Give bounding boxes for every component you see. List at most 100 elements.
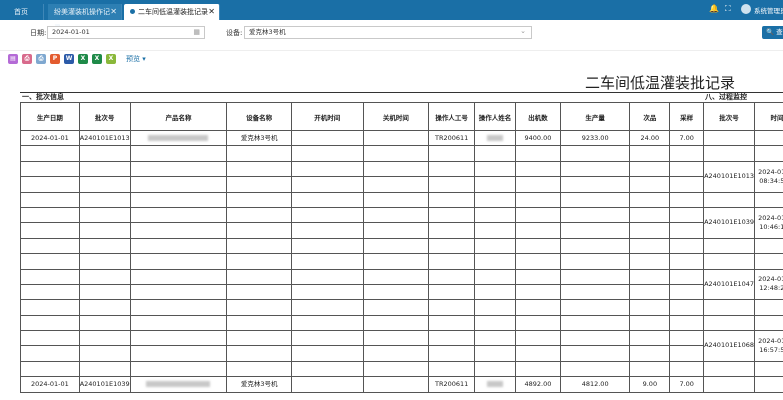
tab-label: 二车间低温灌装批记录: [138, 8, 208, 16]
excel-icon[interactable]: X: [78, 54, 88, 64]
cell-stop-time: [362, 376, 430, 393]
cell-device: 爱克林3号机: [226, 129, 292, 147]
table-row: A240101E1039 2024-01-01 10:46:16.0: [20, 206, 783, 239]
word-icon[interactable]: W: [64, 54, 74, 64]
device-select[interactable]: 爱克林3号机 ⌄: [244, 26, 532, 39]
tab-filling-machine-log[interactable]: 纷美灌装机操作记录 ✕: [48, 4, 122, 32]
preview-menu[interactable]: 预览 ▾: [126, 54, 146, 64]
cell-device: 爱克林3号机: [226, 376, 292, 393]
print-preview-icon[interactable]: ▤: [8, 54, 18, 64]
cell-batch: A240101E1039: [78, 376, 131, 393]
cell-monitor-batch: [703, 129, 756, 147]
cell-production: 9233.00: [559, 129, 631, 147]
cell-start-time: [290, 376, 364, 393]
cell-operator-name-redacted: [474, 376, 516, 393]
fullscreen-icon[interactable]: ⛶: [725, 4, 731, 14]
cell-output: 9400.00: [515, 129, 561, 147]
device-value: 爱克林3号机: [249, 28, 286, 36]
excel-icon[interactable]: X: [92, 54, 102, 64]
table-header-row: 生产日期 批次号 产品名称 设备名称 开机时间 关机时间 操作人工号 操作人姓名…: [20, 102, 783, 131]
tab-batch-record[interactable]: 二车间低温灌装批记录 ✕: [124, 4, 220, 20]
side-col-header: 时间: [754, 102, 783, 131]
table-row: [20, 176, 783, 193]
col-header: 产品名称: [129, 102, 228, 131]
calendar-icon[interactable]: ▦: [193, 27, 200, 38]
cell-monitor-batch: A240101E1039: [703, 206, 756, 239]
cell-product-redacted: [129, 129, 228, 147]
printer-icon[interactable]: ⎙: [36, 54, 46, 64]
batch-table: 生产日期 批次号 产品名称 设备名称 开机时间 关机时间 操作人工号 操作人姓名…: [20, 102, 783, 393]
tab-home[interactable]: 首页: [8, 4, 44, 20]
cell-monitor-time: 2024-01-01 08:34:55.0: [754, 160, 783, 193]
avatar[interactable]: [741, 4, 751, 14]
cell-monitor-time: 2024-01-01 12:48:22.0: [754, 268, 783, 301]
table-row: A240101E1068 2024-01-01 16:57:58.0: [20, 330, 783, 362]
header-tools: 🔔 ⛶ 系统管理员: [703, 0, 783, 20]
cell-start-time: [290, 129, 364, 147]
bell-icon[interactable]: 🔔: [709, 4, 719, 13]
user-name[interactable]: 系统管理员: [754, 5, 783, 15]
cell-production: 4812.00: [559, 376, 631, 393]
date-label: 日期:: [30, 29, 47, 37]
table-row: [20, 191, 783, 208]
device-label: 设备:: [226, 29, 243, 37]
top-bar: 首页 纷美灌装机操作记录 ✕ 二车间低温灌装批记录 ✕ 🔔 ⛶ 系统管理员: [0, 0, 783, 32]
table-row: [20, 345, 783, 362]
cell-monitor-time: [754, 376, 783, 393]
cell-sample: 7.00: [669, 376, 705, 393]
cell-defect: 24.00: [629, 129, 671, 147]
col-header: 次品: [629, 102, 671, 131]
cell-monitor-time: 2024-01-01 16:57:58.0: [754, 330, 783, 362]
cell-monitor-batch: A240101E1068: [703, 330, 756, 362]
date-input[interactable]: 2024-01-01 ▦: [47, 26, 205, 39]
table-row: [20, 237, 783, 255]
table-row: [20, 314, 783, 332]
cell-stop-time: [362, 129, 430, 147]
table-row: A240101E1013 2024-01-01 08:34:55.0: [20, 160, 783, 193]
export-toolbar: ▤ ⎙ ⎙ P W X X X 预览 ▾: [0, 50, 783, 66]
close-icon[interactable]: ✕: [110, 4, 117, 20]
side-col-header: 批次号: [703, 102, 756, 131]
col-header: 关机时间: [362, 102, 430, 131]
col-header: 生产量: [559, 102, 631, 131]
cell-date: 2024-01-01: [20, 376, 80, 393]
pdf-icon[interactable]: P: [50, 54, 60, 64]
col-header: 批次号: [78, 102, 131, 131]
query-label: 查询: [776, 28, 783, 36]
table-row: 2024-01-01 A240101E1039 爱克林3号机 TR200611 …: [20, 376, 783, 393]
col-header: 生产日期: [20, 102, 80, 131]
preview-label: 预览: [126, 55, 140, 63]
cell-operator-name-redacted: [474, 129, 516, 147]
col-header: 开机时间: [290, 102, 364, 131]
date-value: 2024-01-01: [52, 28, 90, 36]
cell-operator-id: TR200611: [428, 129, 476, 147]
excel-icon[interactable]: X: [106, 54, 116, 64]
cell-batch: A240101E1013: [78, 129, 131, 147]
chevron-down-icon: ⌄: [520, 27, 526, 35]
divider: [20, 92, 783, 93]
cell-monitor-time: [754, 129, 783, 147]
table-row: [20, 222, 783, 239]
col-header: 操作人工号: [428, 102, 476, 131]
query-button[interactable]: 🔍 查询: [762, 26, 783, 39]
table-row: [20, 253, 783, 270]
print-icon[interactable]: ⎙: [22, 54, 32, 64]
col-header: 采样: [669, 102, 705, 131]
cell-monitor-time: 2024-01-01 10:46:16.0: [754, 206, 783, 239]
table-row: [20, 145, 783, 162]
table-row: 2024-01-01 A240101E1013 爱克林3号机 TR200611 …: [20, 129, 783, 147]
table-row: A240101E1047 2024-01-01 12:48:22.0: [20, 268, 783, 301]
section-batch-info: 一、批次信息: [22, 93, 64, 101]
table-row: [20, 283, 783, 301]
close-icon[interactable]: ✕: [208, 4, 215, 20]
cell-operator-id: TR200611: [428, 376, 476, 393]
col-header: 操作人姓名: [474, 102, 516, 131]
tab-home-label: 首页: [14, 8, 28, 16]
table-row: [20, 299, 783, 316]
cell-output: 4892.00: [515, 376, 561, 393]
col-header: 设备名称: [226, 102, 292, 131]
cell-defect: 9.00: [629, 376, 671, 393]
cell-date: 2024-01-01: [20, 129, 80, 147]
cell-monitor-batch: A240101E1013: [703, 160, 756, 193]
cell-monitor-batch: [703, 376, 756, 393]
